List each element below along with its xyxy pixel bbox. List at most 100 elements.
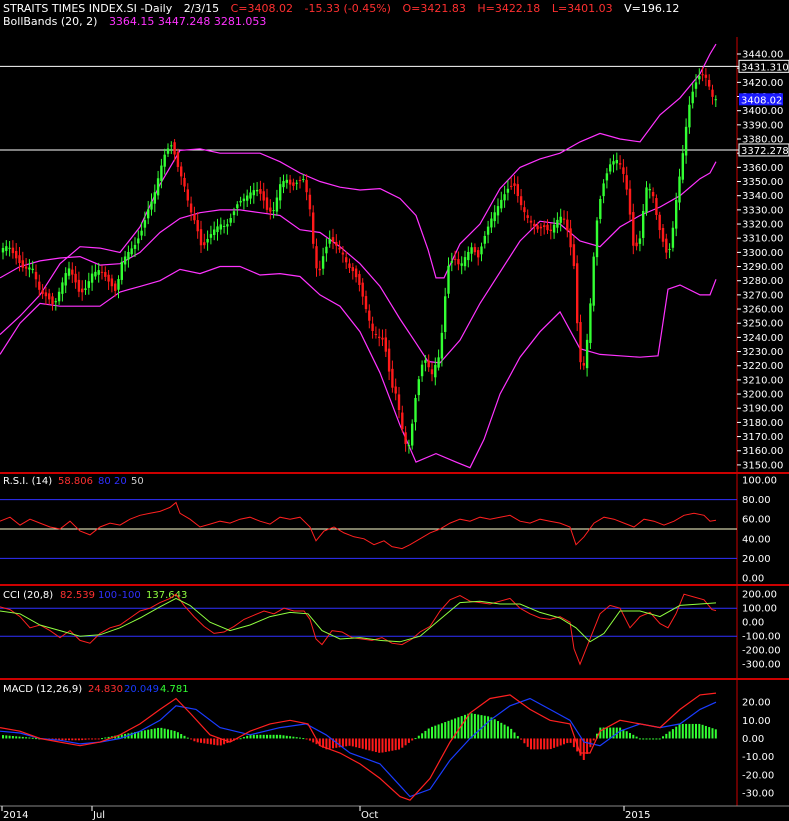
macd-histogram-bar (312, 738, 315, 743)
macd-histogram-bar (704, 725, 707, 739)
macd-histogram-bar (193, 738, 196, 742)
candle-down (176, 152, 180, 167)
candle-up (285, 179, 288, 183)
candle-up (605, 173, 609, 181)
macd-histogram-bar (543, 738, 546, 750)
candle-up (67, 268, 71, 276)
macd-histogram-bar (28, 737, 31, 739)
macd-histogram-bar (523, 738, 526, 744)
candle-up (219, 224, 222, 230)
macd-histogram-bar (609, 727, 612, 739)
macd-histogram-bar (25, 737, 28, 739)
candle-down (510, 185, 513, 187)
macd-histogram-bar (678, 724, 681, 739)
macd-histogram-bar (381, 738, 384, 753)
candle-up (90, 273, 94, 283)
rsi-level-80: 80 (98, 476, 111, 487)
candle-up (592, 256, 595, 306)
price-tick-label: 3390.00 (742, 120, 783, 131)
candle-down (477, 250, 480, 258)
candle-down (579, 322, 582, 363)
candle-down (566, 219, 569, 231)
candle-down (173, 142, 176, 155)
candle-down (397, 394, 401, 411)
macd-histogram-bar (2, 735, 4, 739)
candle-up (279, 184, 282, 201)
rsi-tick-label: 20.00 (742, 554, 771, 565)
macd-histogram-bar (711, 728, 714, 739)
macd-histogram-bar (638, 738, 641, 740)
candle-down (351, 267, 354, 272)
time-tick-label: Jul (92, 810, 105, 821)
macd-histogram-bar (249, 734, 252, 739)
candle-up (642, 211, 645, 238)
candle-down (44, 292, 48, 297)
stock-chart[interactable]: 3440.003430.003420.003410.003400.003390.… (0, 0, 789, 821)
candle-down (543, 225, 546, 228)
candle-down (104, 272, 107, 277)
macd-histogram-bar (556, 738, 559, 747)
macd-histogram-bar (566, 738, 569, 744)
candle-up (150, 201, 153, 210)
macd-histogram-bar (150, 729, 153, 739)
candle-down (569, 228, 572, 248)
candle-up (556, 219, 559, 228)
candle-up (64, 273, 67, 286)
macd-histogram-bar (160, 727, 163, 739)
candle-up (213, 229, 216, 235)
candle-up (599, 199, 602, 219)
rsi-value: 58.806 (58, 476, 93, 487)
symbol-label: STRAITS TIMES INDEX.SI -Daily (3, 2, 173, 15)
macd-histogram-bar (586, 738, 589, 754)
candle-up (232, 211, 236, 216)
candle-down (11, 247, 15, 254)
high-value: H=3422.18 (477, 2, 541, 15)
candle-down (536, 225, 539, 230)
macd-histogram-bar (167, 729, 169, 739)
candle-down (711, 89, 714, 97)
macd-histogram-bar (8, 735, 11, 739)
macd-histogram-bar (477, 714, 480, 739)
macd-histogram-bar (256, 734, 259, 739)
candle-up (470, 247, 473, 254)
candle-down (77, 279, 81, 292)
candle-up (671, 227, 675, 248)
candle-up (236, 204, 239, 209)
candle-up (166, 148, 170, 154)
candle-down (341, 252, 345, 255)
candle-up (57, 291, 61, 302)
candle-down (193, 214, 196, 221)
candle-down (371, 323, 374, 332)
macd-histogram-bar (384, 738, 387, 752)
macd-histogram-bar (434, 725, 437, 739)
price-tick-label: 3190.00 (742, 404, 783, 415)
bollinger-name: BollBands (20, 2) (3, 15, 98, 28)
macd-histogram-bar (91, 738, 94, 740)
macd-histogram-bar (447, 720, 450, 739)
candle-down (368, 310, 371, 321)
candle-down (523, 207, 526, 213)
candle-up (117, 279, 120, 290)
candle-up (602, 183, 605, 197)
candle-up (97, 270, 100, 275)
macd-histogram-bar (483, 715, 486, 739)
candle-up (156, 178, 160, 196)
price-tick-label: 3310.00 (742, 234, 783, 245)
candle-down (546, 224, 549, 231)
candle-up (255, 189, 259, 192)
candle-down (100, 271, 104, 273)
candle-up (321, 256, 325, 269)
candle-down (533, 223, 536, 227)
candle-down (298, 180, 302, 182)
low-value: L=3401.03 (551, 2, 613, 15)
price-tick-label: 3200.00 (742, 390, 783, 401)
candle-down (18, 255, 21, 264)
macd-histogram-bar (526, 738, 529, 747)
candle-down (269, 207, 272, 212)
candle-up (275, 197, 279, 212)
macd-histogram-bar (671, 729, 674, 739)
candle-up (222, 225, 226, 227)
candle-up (61, 282, 64, 294)
candle-down (384, 337, 387, 352)
rsi-level-50: 50 (131, 476, 144, 487)
